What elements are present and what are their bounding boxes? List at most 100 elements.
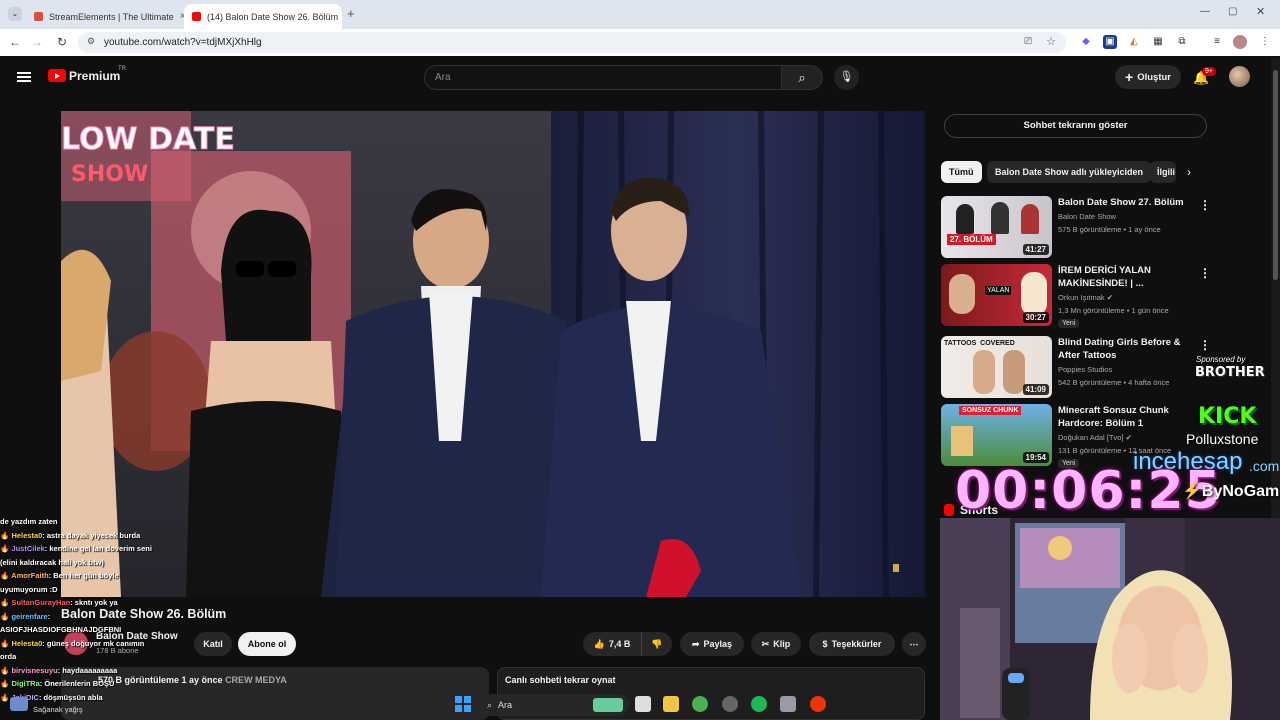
sponsored-by-text: Sponsored by [1196,355,1246,364]
weather-text[interactable]: Sağanak yağış [33,705,83,714]
like-button[interactable]: 👍 7,4 B [583,632,641,656]
video-thumbnail[interactable]: TATTOOS COVERED 41:09 [941,336,1052,398]
clip-button[interactable]: ✂ Klip [751,632,801,656]
browser-tab-bar: ⌄ StreamElements | The Ultimate × (14) B… [0,0,1280,29]
thumbnail-figure [1021,204,1039,234]
create-label: Oluştur [1137,71,1171,83]
taskbar-search[interactable]: ⌕ Ara [479,694,629,716]
recommendation-title[interactable]: Balon Date Show 27. Bölüm [1058,196,1198,209]
video-thumbnail[interactable]: 27. BÖLÜM 41:27 [941,196,1052,258]
spotify-icon[interactable] [751,696,767,712]
menu-icon[interactable] [17,72,31,82]
task-view-icon[interactable] [635,696,651,712]
notification-badge: 9+ [1202,67,1216,76]
more-actions-button[interactable]: ⋯ [902,632,926,656]
description-tag[interactable]: CREW MEDYA [225,675,287,685]
thumbnail-figure [949,274,975,314]
windows-start-icon[interactable] [455,696,471,712]
more-horizontal-icon: ⋯ [909,638,919,649]
recommendation-item[interactable]: 27. BÖLÜM 41:27 Balon Date Show 27. Bölü… [941,196,1271,260]
create-button[interactable]: + Oluştur [1115,65,1181,89]
search-highlight-icon [593,698,623,712]
reload-icon[interactable]: ↻ [50,35,74,49]
chat-message: 🔥 SultanGurayHan: skntı yok ya [0,598,118,607]
extensions-puzzle-icon[interactable]: ⧉ [1175,35,1189,49]
url-bar[interactable]: ⚙ youtube.com/watch?v=tdjMXjXhHlg ⎚ ☆ [78,32,1066,53]
chip-all[interactable]: Tümü [941,161,982,183]
more-vertical-icon[interactable]: ⋮ [1199,266,1211,280]
shorts-icon [944,504,954,516]
microphone-icon: 🎙 [839,71,854,83]
tab-streamelements[interactable]: StreamElements | The Ultimate × [26,4,184,29]
settings-gear-icon[interactable] [780,696,796,712]
chat-username: birvisnesuyu [11,665,58,675]
show-chat-replay-button[interactable]: Sohbet tekrarını göster [944,114,1207,138]
chat-message: 🔥 Helesta0: astra dayak yiyecek burda [0,530,141,540]
site-info-icon[interactable]: ⚙ [87,36,95,47]
recommendation-item[interactable]: YALAN 30:27 İREM DERİCİ YALAN MAKİNESİND… [941,264,1271,328]
thumbnail-label: SONSUZ CHUNK [959,406,1022,415]
recommendation-channel[interactable]: Orkun Işıtmak ✔ [1058,293,1113,302]
extension-icon[interactable]: ▦ [1151,35,1165,49]
extension-icon[interactable]: ◆ [1079,35,1093,49]
recommendation-meta: 1,3 Mn görüntüleme • 1 gün önce [1058,306,1169,315]
forward-icon[interactable]: → [25,35,49,49]
scrollbar-thumb[interactable] [1273,70,1278,280]
join-button[interactable]: Katıl [194,632,232,656]
extension-icon[interactable]: ▣ [1103,35,1117,49]
new-tab-button[interactable]: + [347,6,355,21]
account-avatar[interactable] [1229,66,1250,87]
thanks-button[interactable]: $ Teşekkürler [809,632,895,656]
more-vertical-icon[interactable]: ⋮ [1199,198,1211,212]
browser-menu-icon[interactable]: ⋮ [1258,35,1272,49]
streamelements-favicon-icon [34,12,43,21]
profile-avatar[interactable] [1233,35,1247,49]
dislike-button[interactable]: 👎 [641,632,672,656]
thumbnail-figure [1003,350,1025,394]
video-player[interactable]: LOW DATE SHOW [61,111,925,597]
search-input[interactable]: Ara [424,65,782,90]
tab-search-button[interactable]: ⌄ [8,7,22,21]
cast-icon[interactable]: ⎚ [1024,36,1032,47]
share-button[interactable]: ➦ Paylaş [680,632,744,656]
premium-logo-text[interactable]: Premium [69,69,120,83]
video-duration: 30:27 [1022,312,1049,323]
chat-message: 🔥 Helesta0: güneş doğuyor mk canımın ord… [0,638,145,662]
video-duration: 41:27 [1022,244,1049,255]
tab-youtube[interactable]: (14) Balon Date Show 26. Bölüm × [184,4,342,29]
chip-channel[interactable]: Balon Date Show adlı yükleyiciden [987,161,1152,183]
bynogame-text: ByNoGame [1201,483,1280,500]
video-thumbnail[interactable]: YALAN 30:27 [941,264,1052,326]
recommendation-channel[interactable]: Poppies Studios [1058,365,1112,374]
recommendation-title[interactable]: İREM DERİCİ YALAN MAKİNESİNDE! | ... [1058,264,1198,290]
video-thumbnail[interactable]: SONSUZ CHUNK 19:54 [941,404,1052,466]
more-vertical-icon[interactable]: ⋮ [1199,338,1211,352]
voice-search-button[interactable]: 🎙 [834,65,859,90]
opera-icon[interactable] [810,696,826,712]
thumbnail-label: YALAN [985,286,1012,295]
recommendation-channel[interactable]: Doğukan Adal [Tvo] ✔ [1058,433,1132,442]
chip-related[interactable]: İlgili [1150,161,1176,183]
youtube-logo-icon[interactable] [48,69,66,82]
subscribe-button[interactable]: Abone ol [238,632,296,656]
bookmark-star-icon[interactable]: ☆ [1046,35,1056,48]
metamask-icon[interactable]: ◭ [1127,35,1141,49]
weather-icon[interactable] [10,697,28,711]
recommendation-channel[interactable]: Balon Date Show [1058,212,1116,221]
minimize-button[interactable]: — [1200,6,1210,17]
search-button[interactable]: ⌕ [781,65,823,90]
video-duration: 41:09 [1022,384,1049,395]
obs-icon[interactable] [722,696,738,712]
chrome-icon[interactable] [692,696,708,712]
bynogame-icon: ⚡ [1182,483,1202,500]
recommendation-title[interactable]: Minecraft Sonsuz Chunk Hardcore: Bölüm 1 [1058,404,1198,430]
file-explorer-icon[interactable] [663,696,679,712]
chips-next-icon[interactable]: › [1187,165,1191,179]
recommendation-title[interactable]: Blind Dating Girls Before & After Tattoo… [1058,336,1198,362]
chat-message: 🔥 AmorFaith: Ben her gün böyle uyumuyoru… [0,571,119,594]
reading-list-icon[interactable]: ≡ [1210,35,1224,49]
back-icon[interactable]: ← [3,35,27,49]
taskbar-search-label: Ara [498,700,513,710]
close-window-button[interactable]: ✕ [1256,5,1265,18]
maximize-button[interactable]: ▢ [1228,6,1237,17]
